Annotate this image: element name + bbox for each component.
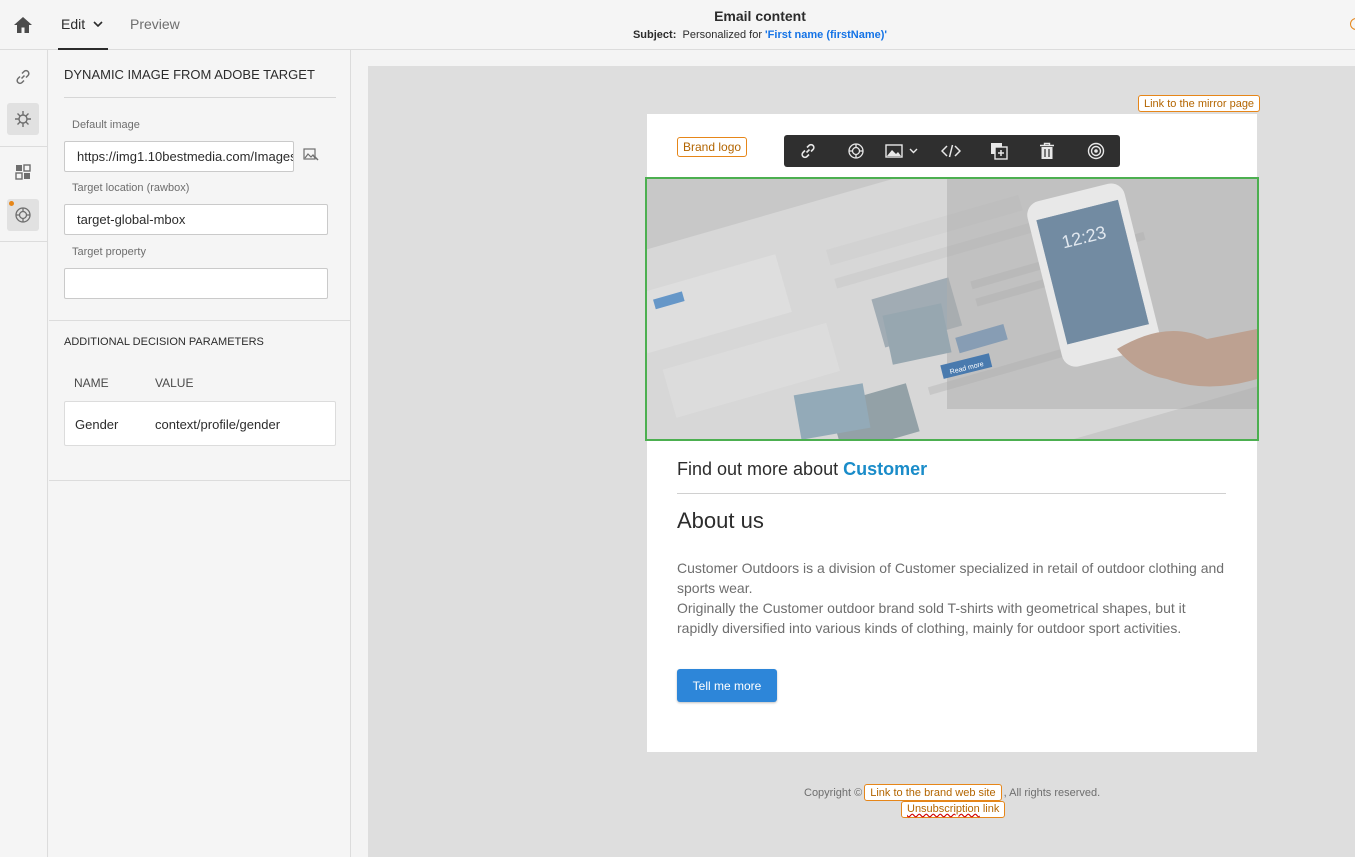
- chevron-down-icon[interactable]: [907, 141, 919, 161]
- target-settings-icon[interactable]: [7, 103, 39, 135]
- delete-icon[interactable]: [1036, 141, 1058, 161]
- params-header-value: VALUE: [155, 376, 194, 390]
- component-toolbar: [784, 135, 1120, 167]
- find-more-prefix: Find out more about: [677, 459, 844, 479]
- unsubscription-container: Unsubscription link: [901, 799, 1006, 818]
- param-value: context/profile/gender: [155, 417, 281, 432]
- default-image-field[interactable]: https://img1.10bestmedia.com/Images/: [64, 141, 294, 172]
- find-more-heading: Find out more about Customer: [677, 459, 927, 480]
- section-divider: [49, 480, 351, 481]
- chevron-down-icon[interactable]: [93, 21, 103, 27]
- unsubscription-link[interactable]: Unsubscription link: [901, 800, 1006, 818]
- email-subject[interactable]: Subject: Personalized for 'First name (f…: [560, 29, 960, 41]
- target-location-field[interactable]: target-global-mbox: [64, 204, 328, 235]
- unsubscription-rest: link: [979, 803, 1000, 815]
- default-image-label: Default image: [72, 119, 140, 131]
- about-heading: About us: [677, 508, 764, 533]
- divider: [64, 97, 336, 98]
- email-body: Brand logo 12:23 Read more Find out more…: [645, 114, 1259, 752]
- target-property-field[interactable]: [64, 268, 328, 299]
- hero-illustration: 12:23 Read more: [647, 179, 1257, 439]
- mirror-page-link[interactable]: Link to the mirror page: [1138, 95, 1261, 112]
- email-divider: [677, 493, 1226, 494]
- page-title: Email content: [714, 8, 806, 24]
- title-block: Email content Subject: Personalized for …: [560, 8, 960, 41]
- target-icon[interactable]: [845, 141, 867, 161]
- brand-logo[interactable]: Brand logo: [677, 137, 748, 157]
- dynamic-hero-image[interactable]: 12:23 Read more: [645, 177, 1259, 441]
- find-more-highlight[interactable]: Customer: [843, 459, 927, 479]
- subject-label: Subject:: [632, 29, 677, 41]
- notification-dot: [9, 201, 14, 206]
- link-icon[interactable]: [797, 141, 819, 161]
- link-icon[interactable]: [7, 61, 39, 93]
- footer-copyright: Copyright ©: [804, 786, 863, 799]
- left-icon-rail: [0, 50, 48, 857]
- tab-edit-label: Edit: [61, 16, 86, 32]
- rail-divider: [0, 241, 48, 242]
- param-row[interactable]: Gender context/profile/gender: [64, 401, 336, 446]
- section-divider: [49, 320, 351, 321]
- image-icon[interactable]: [883, 141, 905, 161]
- params-header-name: NAME: [74, 376, 109, 390]
- target-property-label: Target property: [72, 246, 146, 258]
- image-picker-icon[interactable]: [303, 148, 319, 162]
- about-paragraph-2: Originally the Customer outdoor brand so…: [677, 600, 1186, 636]
- help-icon[interactable]: [1350, 18, 1355, 30]
- unsubscription-word: Unsubscription: [907, 803, 980, 815]
- subject-personalization[interactable]: 'First name (firstName)': [765, 29, 887, 41]
- properties-panel: DYNAMIC IMAGE FROM ADOBE TARGET Default …: [49, 50, 351, 857]
- tell-me-more-button[interactable]: Tell me more: [677, 669, 777, 702]
- home-icon[interactable]: [9, 14, 37, 36]
- params-section-title: ADDITIONAL DECISION PARAMETERS: [64, 336, 264, 348]
- target-location-label: Target location (rawbox): [72, 182, 190, 194]
- rail-divider: [0, 146, 48, 147]
- panel-title: DYNAMIC IMAGE FROM ADOBE TARGET: [64, 67, 315, 82]
- tab-preview[interactable]: Preview: [130, 16, 180, 32]
- duplicate-icon[interactable]: [988, 141, 1010, 161]
- html-code-icon[interactable]: [940, 141, 962, 161]
- about-text: Customer Outdoors is a division of Custo…: [677, 558, 1226, 638]
- footer-rights: , All rights reserved.: [1003, 786, 1101, 799]
- param-name: Gender: [75, 417, 119, 432]
- subject-text: Personalized for: [682, 29, 766, 41]
- fragment-icon[interactable]: [1085, 141, 1107, 161]
- about-paragraph-1: Customer Outdoors is a division of Custo…: [677, 560, 1225, 596]
- structure-components-icon[interactable]: [7, 156, 39, 188]
- tab-edit[interactable]: Edit: [58, 0, 108, 50]
- top-bar: Edit Preview Email content Subject: Pers…: [0, 0, 1355, 50]
